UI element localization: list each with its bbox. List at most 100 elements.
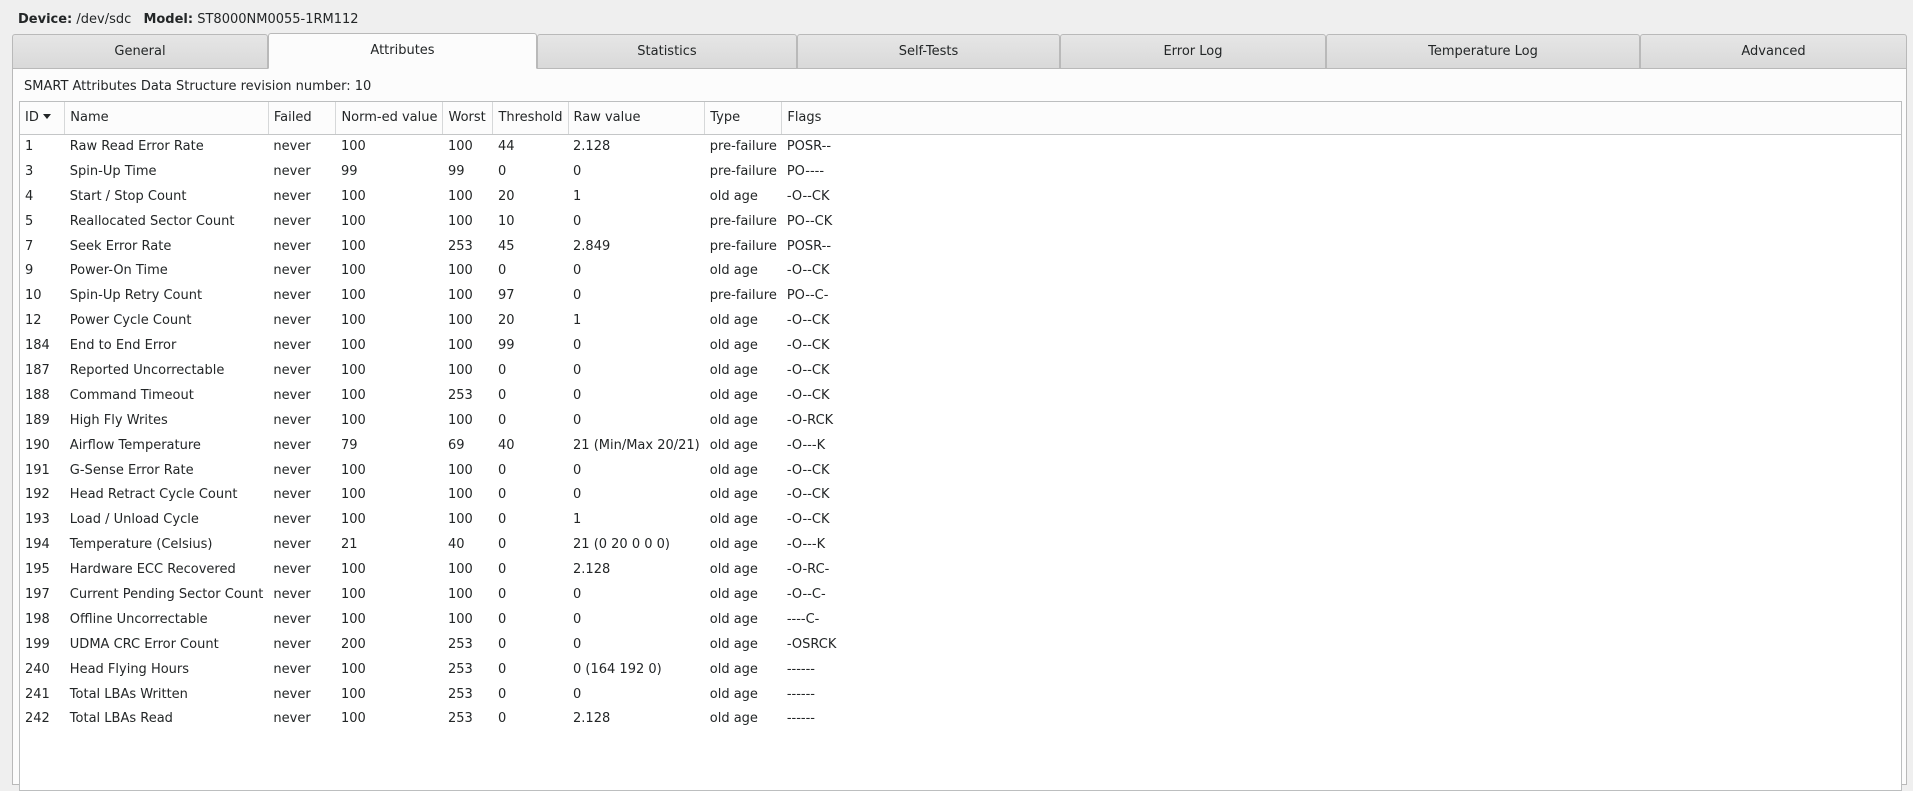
cell-threshold: 0 (497, 686, 507, 702)
cell-normed-value: 100 (340, 188, 366, 204)
tab-statistics[interactable]: Statistics (537, 34, 797, 69)
cell-raw-value: 2.128 (573, 139, 611, 155)
cell-failed: never (273, 139, 311, 155)
tab-error-log[interactable]: Error Log (1060, 34, 1326, 69)
table-row[interactable]: 12 Power Cycle Count never 100 100 20 1 old age… (20, 308, 1901, 333)
cell-threshold: 20 (497, 313, 515, 329)
cell-threshold: 0 (497, 586, 507, 602)
column-header-worst[interactable]: Worst (442, 102, 494, 135)
cell-type: old age (709, 711, 758, 727)
cell-id: 240 (25, 661, 50, 677)
column-header-type[interactable]: Type (704, 102, 783, 135)
cell-failed: never (273, 537, 311, 553)
table-row[interactable]: 194 Temperature (Celsius) never 21 40 0 21 (0 … (20, 532, 1901, 557)
table-row[interactable]: 10 Spin-Up Retry Count never 100 100 97 0 pre-f… (20, 283, 1901, 308)
cell-raw-value: 1 (573, 188, 582, 204)
cell-name: UDMA CRC Error Count (69, 636, 219, 652)
tab-general[interactable]: General (12, 34, 268, 69)
table-row[interactable]: 189 High Fly Writes never 100 100 0 0 old age -O… (20, 408, 1901, 433)
cell-normed-value: 100 (340, 338, 366, 354)
cell-flags: -O--CK (786, 512, 830, 528)
table-row[interactable]: 241 Total LBAs Written never 100 253 0 0 old ag… (20, 682, 1901, 707)
table-row[interactable]: 199 UDMA CRC Error Count never 200 253 0 0 old … (20, 632, 1901, 657)
cell-failed: never (273, 313, 311, 329)
table-row[interactable]: 188 Command Timeout never 100 253 0 0 old age -O… (20, 383, 1901, 408)
table-row[interactable]: 5 Reallocated Sector Count never 100 100 10 0 p… (20, 209, 1901, 234)
cell-normed-value: 100 (340, 661, 366, 677)
table-row[interactable]: 187 Reported Uncorrectable never 100 100 0 0 ol… (20, 358, 1901, 383)
table-row[interactable]: 1 Raw Read Error Rate never 100 100 44 2.128 pr… (20, 134, 1901, 159)
cell-name: Command Timeout (69, 387, 194, 403)
cell-worst: 253 (447, 238, 473, 254)
cell-threshold: 97 (497, 288, 515, 304)
cell-worst: 100 (447, 288, 473, 304)
cell-worst: 253 (447, 387, 473, 403)
cell-failed: never (273, 661, 311, 677)
device-info-bar: Device: /dev/sdc Model: ST8000NM0055-1RM… (18, 10, 367, 30)
cell-flags: ------ (786, 686, 815, 702)
cell-flags: PO--C- (786, 288, 829, 304)
table-row[interactable]: 3 Spin-Up Time never 99 99 0 0 pre-failure PO---… (20, 159, 1901, 184)
table-header-row: ID Name Failed Norm-ed value Worst Thres… (20, 102, 1901, 135)
cell-id: 199 (25, 636, 50, 652)
column-header-label: Worst (448, 110, 486, 126)
column-header-normed-value[interactable]: Norm-ed value (335, 102, 444, 135)
attributes-table-frame[interactable]: ID Name Failed Norm-ed value Worst Thres… (19, 101, 1902, 791)
column-header-threshold[interactable]: Threshold (492, 102, 569, 135)
cell-worst: 100 (447, 338, 473, 354)
cell-normed-value: 100 (340, 487, 366, 503)
cell-failed: never (273, 188, 311, 204)
cell-threshold: 0 (497, 412, 507, 428)
cell-worst: 100 (447, 462, 473, 478)
attributes-panel: SMART Attributes Data Structure revision… (12, 68, 1907, 791)
cell-flags: PO--CK (786, 213, 833, 229)
cell-normed-value: 100 (340, 586, 366, 602)
cell-flags: ----C- (786, 611, 820, 627)
table-row[interactable]: 193 Load / Unload Cycle never 100 100 0 1 old a… (20, 507, 1901, 532)
table-row[interactable]: 197 Current Pending Sector Count never 100 1… (20, 582, 1901, 607)
tab-advanced[interactable]: Advanced (1640, 34, 1907, 69)
cell-type: old age (709, 636, 758, 652)
cell-raw-value: 0 (573, 387, 582, 403)
table-row[interactable]: 242 Total LBAs Read never 100 253 0 2.128 old a… (20, 706, 1901, 731)
cell-worst: 100 (447, 412, 473, 428)
cell-flags: -O---K (786, 537, 826, 553)
table-row[interactable]: 198 Offline Uncorrectable never 100 100 0 0 old… (20, 607, 1901, 632)
table-row[interactable]: 190 Airflow Temperature never 79 69 40 21 (Min… (20, 433, 1901, 458)
column-header-failed[interactable]: Failed (268, 102, 337, 135)
table-row[interactable]: 192 Head Retract Cycle Count never 100 100 0 0… (20, 482, 1901, 507)
cell-id: 3 (25, 163, 34, 179)
tab-attributes[interactable]: Attributes (268, 33, 537, 69)
cell-worst: 100 (447, 313, 473, 329)
cell-id: 191 (25, 462, 50, 478)
table-row[interactable]: 4 Start / Stop Count never 100 100 20 1 old age… (20, 184, 1901, 209)
cell-name: End to End Error (69, 338, 177, 354)
tab-temperature-log[interactable]: Temperature Log (1326, 34, 1640, 69)
table-row[interactable]: 7 Seek Error Rate never 100 253 45 2.849 pre-fa… (20, 234, 1901, 259)
tab-label: Statistics (637, 44, 697, 59)
cell-normed-value: 100 (340, 213, 366, 229)
cell-worst: 69 (447, 437, 465, 453)
column-header-raw-value[interactable]: Raw value (568, 102, 706, 135)
cell-failed: never (273, 387, 311, 403)
cell-failed: never (273, 437, 311, 453)
cell-type: old age (709, 562, 758, 578)
cell-flags: -O--CK (786, 462, 830, 478)
table-row[interactable]: 184 End to End Error never 100 100 99 0 old age… (20, 333, 1901, 358)
table-row[interactable]: 195 Hardware ECC Recovered never 100 100 0 2.1… (20, 557, 1901, 582)
column-header-id[interactable]: ID (20, 102, 66, 135)
cell-failed: never (273, 686, 311, 702)
table-row[interactable]: 191 G-Sense Error Rate never 100 100 0 0 old ag… (20, 458, 1901, 483)
column-header-name[interactable]: Name (64, 102, 269, 135)
column-header-label: Type (710, 110, 741, 126)
table-row[interactable]: 9 Power-On Time never 100 100 0 0 old age -O--CK (20, 258, 1901, 283)
cell-flags: -O--CK (786, 387, 830, 403)
cell-worst: 99 (447, 163, 465, 179)
tab-self-tests[interactable]: Self-Tests (797, 34, 1060, 69)
table-row[interactable]: 240 Head Flying Hours never 100 253 0 0 (164 1… (20, 657, 1901, 682)
cell-id: 188 (25, 387, 50, 403)
cell-name: Temperature (Celsius) (69, 537, 213, 553)
cell-raw-value: 0 (573, 636, 582, 652)
cell-raw-value: 0 (573, 686, 582, 702)
column-header-flags[interactable]: Flags (781, 102, 1901, 135)
